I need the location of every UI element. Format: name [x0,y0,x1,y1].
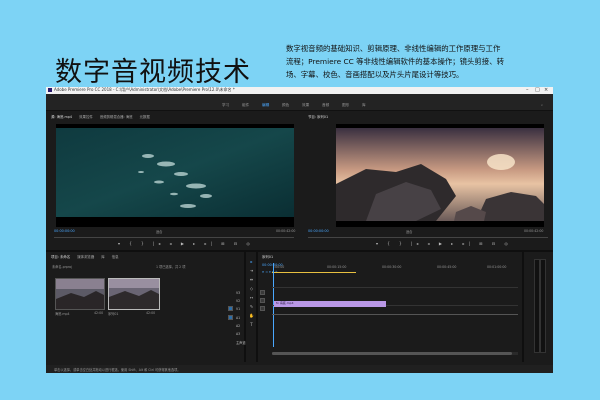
tab-effect-controls[interactable]: 效果控件 [79,115,93,119]
project-item-count: 1 项已选择，共 2 项 [156,265,186,269]
track-label-v2: V2 [236,299,241,303]
razor-tool-icon[interactable]: ◇ [249,286,254,291]
project-item-name: 海底.mp4 [55,312,70,316]
maximize-icon[interactable]: □ [535,87,540,93]
program-duration: 00:00:42:00 [524,229,544,233]
track-target-toggle[interactable] [228,306,233,311]
workspace-bar: 学习 组件 编辑 颜色 效果 音频 图形 库 ⌕ [46,100,553,111]
track-label-a1: A1 [236,316,241,320]
window-title: Adobe Premiere Pro CC 2018 - C:\用户\Admin… [54,87,235,92]
hand-tool-icon[interactable]: ✋ [249,313,254,318]
timeline-scrollbar[interactable] [272,352,518,355]
project-item-name: 序列01 [108,312,119,316]
track-select-tool-icon[interactable]: ⇥ [249,268,254,273]
sync-lock-icon[interactable] [260,290,265,295]
status-text: 单击以选择，或单击空白处并拖动以进行框选。使用 Shift、Alt 和 Ctrl… [54,368,181,372]
program-fit-select[interactable]: 适合 [406,229,412,234]
source-transport-controls[interactable]: ▾ { } |◂ ◂ ▶ ▸ ▸| ⊞ ⊟ ◎ [118,241,254,247]
ripple-edit-tool-icon[interactable]: ⇹ [249,277,254,282]
ruler-label: 00:00:15:00 [327,265,347,269]
pen-tool-icon[interactable]: ✎ [249,304,254,309]
project-panel-tabs: 项目: 未命名 媒体浏览器 库 信息 [51,254,125,261]
work-area-bar[interactable] [272,272,356,273]
workspace-audio[interactable]: 音频 [322,103,329,108]
master-track-label: 主声道 [236,341,246,345]
tab-program[interactable]: 节目: 序列01 [308,115,328,119]
status-bar: 单击以选择，或单击空白处并拖动以进行框选。使用 Shift、Alt 和 Ctrl… [46,365,553,373]
program-scrubber[interactable] [308,237,548,238]
premiere-logo-icon [48,88,52,92]
panel-divider[interactable] [46,250,553,252]
source-scrubber[interactable] [54,237,294,238]
tab-libraries[interactable]: 库 [101,255,104,259]
premiere-window: Adobe Premiere Pro CC 2018 - C:\用户\Admin… [46,87,553,373]
track-target-toggle[interactable] [228,315,233,320]
meter-divider [522,252,524,362]
track-line [272,287,518,288]
ruler-label: 00:01:00:00 [487,265,507,269]
minimize-icon[interactable]: – [526,87,529,93]
thumb-ocean [56,279,104,309]
workspace-libraries[interactable]: 库 [362,103,366,108]
project-thumb-sequence[interactable] [108,278,160,310]
timeline-ruler[interactable]: :00:00 00:00:15:00 00:00:30:00 00:00:45:… [272,265,518,275]
rock-sunset-footage [336,128,544,221]
tab-audio-mixer[interactable]: 音频剪辑混合器: 海底 [100,115,133,119]
type-tool-icon[interactable]: T [249,322,254,327]
track-label-a2: A2 [236,324,241,328]
tab-info[interactable]: 信息 [112,255,119,259]
track-label-v1: V1 [236,307,241,311]
program-timecode[interactable]: 00:00:00:00 [308,229,329,233]
slip-tool-icon[interactable]: ↔ [249,295,254,300]
ocean-footage [56,128,294,217]
source-fit-select[interactable]: 适合 [156,229,162,234]
tab-sequence[interactable]: 序列01 [262,255,273,259]
close-icon[interactable]: × [544,87,548,93]
sync-lock-icon[interactable] [260,306,265,311]
workspace-learn[interactable]: 学习 [222,103,229,108]
selection-tool-icon[interactable]: ▸ [249,259,254,264]
source-duration: 00:00:42:00 [276,229,296,233]
video-audio-divider[interactable] [272,314,518,315]
workspace-effects[interactable]: 效果 [302,103,309,108]
ruler-label: 00:00:45:00 [437,265,457,269]
tab-media-browser[interactable]: 媒体浏览器 [77,255,94,259]
program-panel-tabs: 节目: 序列01 [308,114,334,121]
program-transport-controls[interactable]: ▾ { } |◂ ◂ ▶ ▸ ▸| ⊞ ⊟ ◎ [376,241,512,247]
thumb-sequence [109,279,159,309]
tools-divider [244,252,246,362]
source-panel-tabs: 源: 海底.mp4 效果控件 音频剪辑混合器: 海底 元数据 [51,114,156,121]
source-video-frame[interactable] [56,124,294,227]
tab-metadata[interactable]: 元数据 [140,115,150,119]
timeline-clip[interactable]: fx 海底.mp4 [274,301,386,307]
tab-source[interactable]: 源: 海底.mp4 [51,115,72,119]
hero-description: 数字视音频的基础知识、剪辑原理、非线性编辑的工作原理与工作流程；Premiere… [286,44,504,79]
track-label-v3: V3 [236,291,241,295]
project-item-duration: 42:00 [146,311,156,315]
track-label-a3: A3 [236,332,241,336]
timeline-divider [256,252,258,362]
search-icon[interactable]: ⌕ [541,103,543,107]
workspace-assembly[interactable]: 组件 [242,103,249,108]
ruler-label: 00:00:30:00 [382,265,402,269]
workspace-color[interactable]: 颜色 [282,103,289,108]
clip-label: fx 海底.mp4 [276,301,294,305]
sync-lock-icon[interactable] [260,298,265,303]
workspace-editing[interactable]: 编辑 [262,103,269,108]
workspace-graphics[interactable]: 图形 [342,103,349,108]
tab-project[interactable]: 项目: 未命名 [51,255,70,259]
project-thumb-ocean[interactable] [55,278,105,310]
program-video-frame[interactable] [336,124,544,227]
scrollbar-thumb[interactable] [272,352,512,355]
audio-meter-right [540,259,546,353]
hero-title: 数字音视频技术 [55,57,251,88]
window-titlebar: Adobe Premiere Pro CC 2018 - C:\用户\Admin… [46,87,553,94]
project-item-duration: 42:00 [94,311,104,315]
project-filename: 未命名.prproj [52,265,73,269]
ruler-label: :00:00 [274,265,285,269]
timeline-panel-tabs: 序列01 [262,254,279,261]
source-timecode[interactable]: 00:00:00:00 [54,229,75,233]
